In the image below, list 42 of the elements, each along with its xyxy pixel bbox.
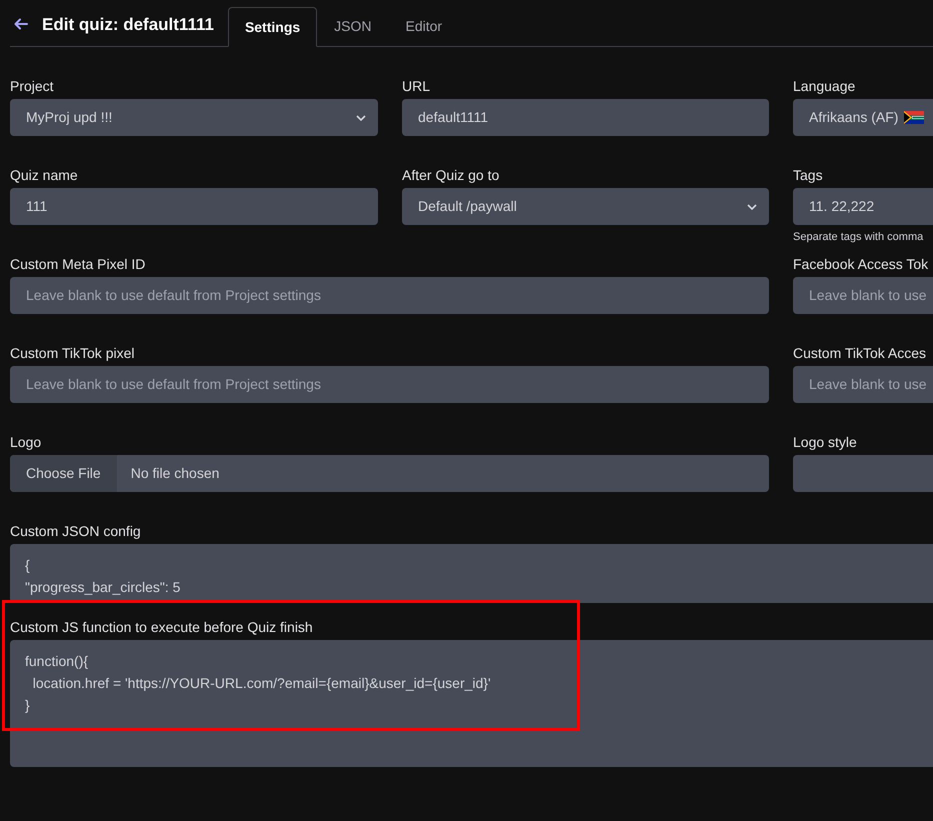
code-line: { (25, 556, 31, 575)
field-label: Project (10, 77, 55, 95)
field-label: Logo style (793, 433, 858, 451)
field-label: Quiz name (10, 166, 79, 184)
field-label: Custom TikTok pixel (10, 344, 136, 362)
tab[interactable]: JSON (317, 6, 389, 46)
dropdown[interactable]: MyProj upd !!! (10, 99, 378, 136)
input-field[interactable]: 111 (10, 188, 378, 225)
page-title: Edit quiz: default1111 (42, 14, 214, 36)
input-field[interactable] (793, 455, 933, 492)
input-field[interactable]: Leave blank to use (793, 277, 933, 314)
field-label: URL (402, 77, 432, 95)
field-label: After Quiz go to (402, 166, 500, 184)
input-field[interactable]: default1111 (402, 99, 769, 136)
code-line: } (25, 696, 31, 715)
code-textarea[interactable]: function(){ location.href = 'https://YOUR-URL.com/?email={email}&user_id={user_id}' } (10, 640, 933, 767)
input-field[interactable]: 11. 22,222 (793, 188, 933, 225)
code-line: location.href = 'https://YOUR-URL.com/?email={email}&user_id={user_id}' (32, 674, 492, 693)
field-label: Logo (10, 433, 42, 451)
help-text: Separate tags with comma (793, 230, 924, 245)
tab[interactable]: Settings (228, 7, 318, 47)
input-field[interactable]: Afrikaans (AF) (793, 99, 933, 136)
field-label: Custom JSON config (10, 522, 142, 540)
code-line: function(){ (25, 652, 90, 671)
flag-icon (904, 111, 924, 124)
code-line: "progress_bar_circles": 5 (25, 578, 182, 597)
back-arrow-icon (14, 18, 28, 30)
dropdown[interactable]: Default /paywall (402, 188, 769, 225)
input-field[interactable]: Leave blank to use (793, 366, 933, 403)
field-label: Language (793, 77, 856, 95)
field-label: Custom JS function to execute before Quiz finish (10, 618, 314, 636)
input-field[interactable]: Leave blank to use default from Project settings (10, 366, 769, 403)
chevron-down-icon (747, 204, 757, 210)
field-label: Tags (793, 166, 824, 184)
tab[interactable]: Editor (388, 6, 460, 46)
input-field[interactable]: Leave blank to use default from Project settings (10, 277, 769, 314)
field-label: Facebook Access Tok (793, 255, 930, 273)
file-input[interactable]: Choose File No file chosen (10, 455, 769, 492)
field-label: Custom TikTok Acces (793, 344, 928, 362)
code-textarea[interactable]: { "progress_bar_circles": 5 (10, 544, 933, 603)
chevron-down-icon (356, 114, 366, 120)
field-label: Custom Meta Pixel ID (10, 255, 146, 273)
